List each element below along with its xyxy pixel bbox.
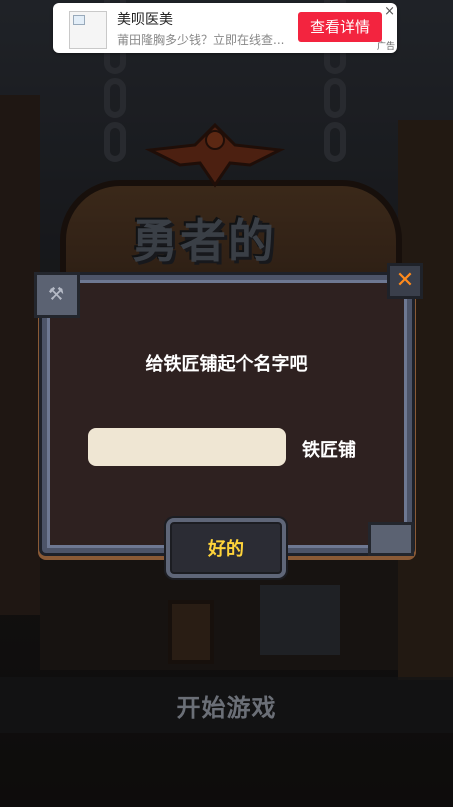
dialog-title: 给铁匠铺起个名字吧 xyxy=(145,354,308,375)
shop-name-suffix: 铁匠铺 xyxy=(302,440,356,461)
hammer-icon: ⚒ xyxy=(48,284,65,305)
ad-close-icon[interactable]: × xyxy=(384,4,395,19)
shop-name-input[interactable] xyxy=(88,428,286,466)
start-game-button[interactable]: 开始游戏 xyxy=(0,688,453,723)
ok-button-label: 好的 xyxy=(208,539,244,560)
name-shop-dialog xyxy=(42,275,412,553)
ad-banner[interactable]: 美呗医美 莆田隆胸多少钱？立即在线查... 查看详情 × 广告 xyxy=(53,3,397,53)
dialog-close-button[interactable]: ✕ xyxy=(387,263,423,299)
ad-label: 广告 xyxy=(376,42,395,52)
ad-description: 莆田隆胸多少钱？立即在线查... xyxy=(117,33,285,47)
close-icon: ✕ xyxy=(395,268,415,293)
ad-view-details-button[interactable]: 查看详情 xyxy=(298,12,382,42)
ad-image-icon xyxy=(69,11,107,49)
ad-title: 美呗医美 xyxy=(117,12,173,28)
dialog-corner-ornament-bottom xyxy=(368,522,414,556)
ok-button[interactable]: 好的 xyxy=(166,518,286,578)
